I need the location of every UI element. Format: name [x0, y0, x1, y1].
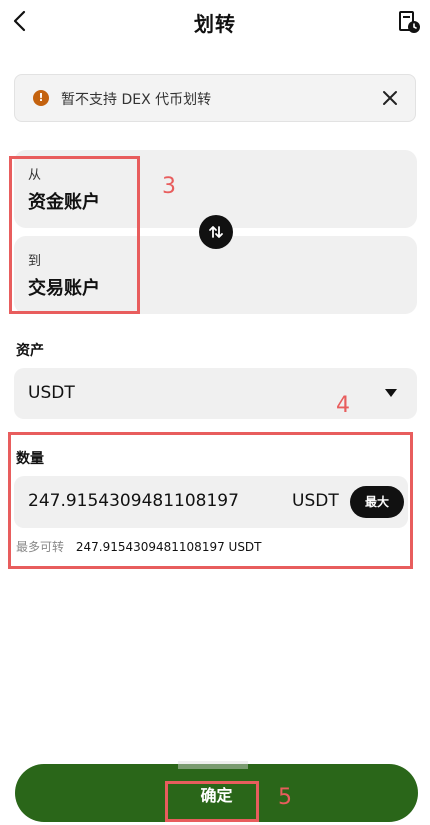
quantity-value: 247.9154309481108197	[28, 491, 239, 511]
annotation-number-4: 4	[336, 393, 350, 418]
close-icon	[383, 91, 397, 105]
transfer-records-button[interactable]	[396, 9, 422, 35]
quantity-input[interactable]: 247.9154309481108197 USDT 最大	[14, 476, 408, 528]
annotation-number-3: 3	[162, 174, 176, 199]
quantity-unit: USDT	[292, 491, 339, 511]
max-available-label: 最多可转	[16, 540, 65, 554]
notice-text: 暂不支持 DEX 代币划转	[61, 92, 212, 108]
warning-icon: !	[33, 90, 49, 106]
swap-vertical-icon	[209, 226, 223, 238]
caret-down-icon	[385, 389, 397, 397]
notice-banner: ! 暂不支持 DEX 代币划转	[14, 74, 416, 122]
max-button[interactable]: 最大	[350, 486, 404, 518]
asset-select[interactable]: USDT	[14, 368, 417, 419]
asset-label: 资产	[16, 343, 44, 359]
max-available: 最多可转 247.9154309481108197 USDT	[16, 538, 262, 555]
max-available-value: 247.9154309481108197 USDT	[75, 540, 262, 554]
annotation-box-3	[9, 156, 140, 314]
page-title: 划转	[194, 12, 236, 36]
quantity-label: 数量	[16, 451, 44, 467]
swap-accounts-button[interactable]	[199, 215, 233, 249]
close-notice-button[interactable]	[379, 87, 401, 109]
annotation-number-5: 5	[278, 785, 292, 810]
annotation-box-5	[165, 781, 259, 822]
header: 划转	[0, 0, 430, 46]
decorative-tab	[178, 761, 248, 769]
document-clock-icon	[399, 11, 420, 33]
asset-selected-value: USDT	[28, 383, 75, 403]
